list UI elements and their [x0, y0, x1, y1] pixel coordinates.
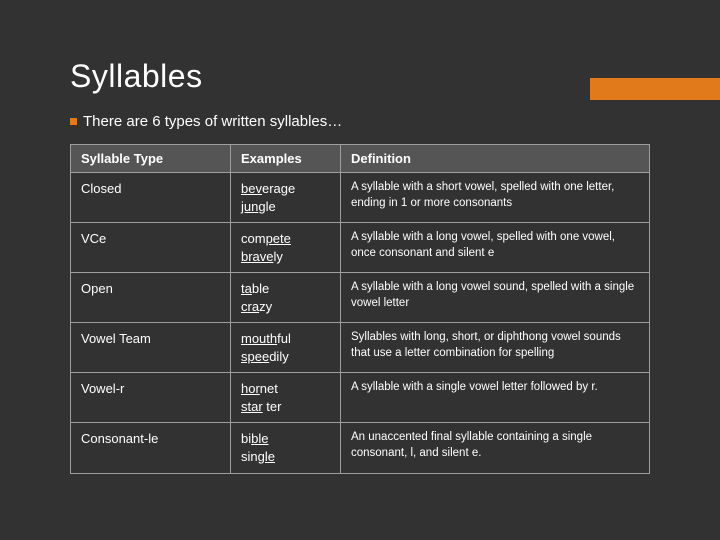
cell-definition: Syllables with long, short, or diphthong… — [341, 323, 650, 373]
example-word: table — [241, 280, 330, 298]
header-examples: Examples — [231, 145, 341, 173]
table-row: Consonant-lebiblesingleAn unaccented fin… — [71, 423, 650, 473]
accent-bar — [590, 78, 720, 100]
cell-definition: A syllable with a long vowel sound, spel… — [341, 273, 650, 323]
subtitle-text: There are 6 types of written syllables… — [83, 113, 342, 130]
cell-examples: beveragejungle — [231, 173, 341, 223]
example-word: jungle — [241, 198, 330, 216]
cell-definition: An unaccented final syllable containing … — [341, 423, 650, 473]
cell-type: Open — [71, 273, 231, 323]
table-header-row: Syllable Type Examples Definition — [71, 145, 650, 173]
example-word: crazy — [241, 298, 330, 316]
header-type: Syllable Type — [71, 145, 231, 173]
page-title: Syllables — [70, 58, 650, 95]
header-definition: Definition — [341, 145, 650, 173]
cell-definition: A syllable with a single vowel letter fo… — [341, 373, 650, 423]
syllable-table: Syllable Type Examples Definition Closed… — [70, 144, 650, 474]
cell-type: Vowel Team — [71, 323, 231, 373]
table-row: Vowel-rhornetstar terA syllable with a s… — [71, 373, 650, 423]
bullet-icon — [70, 118, 77, 125]
example-word: beverage — [241, 180, 330, 198]
slide-content: Syllables There are 6 types of written s… — [0, 0, 720, 504]
example-word: compete — [241, 230, 330, 248]
table-row: ClosedbeveragejungleA syllable with a sh… — [71, 173, 650, 223]
table-row: OpentablecrazyA syllable with a long vow… — [71, 273, 650, 323]
cell-definition: A syllable with a short vowel, spelled w… — [341, 173, 650, 223]
cell-type: Vowel-r — [71, 373, 231, 423]
cell-definition: A syllable with a long vowel, spelled wi… — [341, 223, 650, 273]
cell-type: VCe — [71, 223, 231, 273]
cell-examples: competebravely — [231, 223, 341, 273]
example-word: star ter — [241, 398, 330, 416]
example-word: hornet — [241, 380, 330, 398]
cell-type: Closed — [71, 173, 231, 223]
cell-examples: hornetstar ter — [231, 373, 341, 423]
cell-examples: biblesingle — [231, 423, 341, 473]
cell-examples: tablecrazy — [231, 273, 341, 323]
example-word: bravely — [241, 248, 330, 266]
example-word: single — [241, 448, 330, 466]
subtitle: There are 6 types of written syllables… — [70, 113, 650, 130]
table-row: Vowel TeammouthfulspeedilySyllables with… — [71, 323, 650, 373]
example-word: speedily — [241, 348, 330, 366]
table-row: VCecompetebravelyA syllable with a long … — [71, 223, 650, 273]
cell-examples: mouthfulspeedily — [231, 323, 341, 373]
example-word: bible — [241, 430, 330, 448]
example-word: mouthful — [241, 330, 330, 348]
cell-type: Consonant-le — [71, 423, 231, 473]
